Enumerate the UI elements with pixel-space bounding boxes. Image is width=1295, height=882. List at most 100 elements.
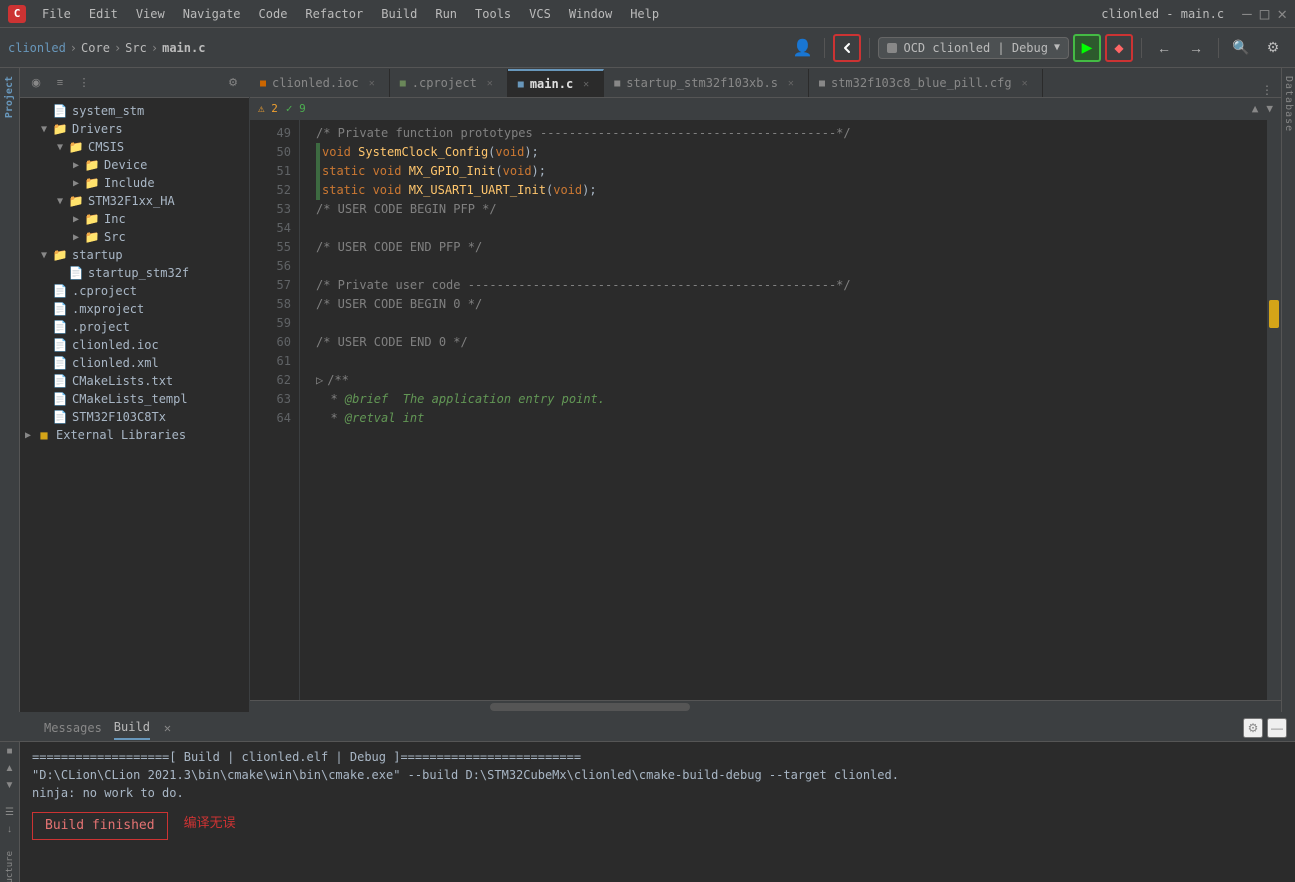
h-scrollbar-thumb[interactable] xyxy=(490,703,690,711)
tab-close-cproject[interactable]: ✕ xyxy=(483,76,497,90)
menu-navigate[interactable]: Navigate xyxy=(175,5,249,23)
folder-icon: 📁 xyxy=(68,140,84,154)
run-config-dropdown[interactable]: OCD clionled | Debug ▼ xyxy=(878,37,1069,59)
expand-arrow: ▼ xyxy=(36,250,52,261)
minimize-button[interactable]: — xyxy=(1242,4,1252,23)
folder-icon: 📁 xyxy=(52,122,68,136)
sidebar-locate-btn[interactable]: ◉ xyxy=(26,73,46,93)
tree-item-device[interactable]: ▶ 📁 Device xyxy=(20,156,249,174)
breadcrumb-src[interactable]: Src xyxy=(125,41,147,55)
tree-item-system-stm[interactable]: 📄 system_stm xyxy=(20,102,249,120)
file-s-icon: 📄 xyxy=(68,266,84,280)
back-button[interactable] xyxy=(833,34,861,62)
tab-close-ioc[interactable]: ✕ xyxy=(365,76,379,90)
tree-item-src[interactable]: ▶ 📁 Src xyxy=(20,228,249,246)
tree-item-mxproject[interactable]: 📄 .mxproject xyxy=(20,300,249,318)
tree-label: STM32F1xx_HA xyxy=(88,194,175,208)
tree-item-startup[interactable]: ▼ 📁 startup xyxy=(20,246,249,264)
menu-edit[interactable]: Edit xyxy=(81,5,126,23)
run-config-arrow: ▼ xyxy=(1054,42,1060,53)
menu-window[interactable]: Window xyxy=(561,5,620,23)
tree-item-startup-file[interactable]: 📄 startup_stm32f xyxy=(20,264,249,282)
breadcrumb-project[interactable]: clionled xyxy=(8,41,66,55)
scroll-up-btn[interactable]: ▲ xyxy=(2,763,18,774)
sidebar-collapse-btn[interactable]: ≡ xyxy=(50,73,70,93)
scroll-down-btn[interactable]: ▼ xyxy=(2,780,18,791)
breadcrumb-file[interactable]: main.c xyxy=(162,41,205,55)
sidebar-settings-btn[interactable]: ⚙ xyxy=(223,73,243,93)
tab-close-main[interactable]: ✕ xyxy=(579,77,593,91)
menu-refactor[interactable]: Refactor xyxy=(297,5,371,23)
search-button[interactable]: 🔍 xyxy=(1227,34,1255,62)
tab-cproject[interactable]: ■ .cproject ✕ xyxy=(390,69,508,97)
maximize-button[interactable]: □ xyxy=(1260,4,1270,23)
user-icon[interactable]: 👤 xyxy=(788,34,816,62)
list-btn[interactable]: ☰ xyxy=(2,807,18,818)
code-line-58: /* USER CODE BEGIN 0 */ xyxy=(316,295,1267,314)
tree-item-include[interactable]: ▶ 📁 Include xyxy=(20,174,249,192)
close-button[interactable]: ✕ xyxy=(1277,4,1287,23)
tree-item-clionled-ioc[interactable]: 📄 clionled.ioc xyxy=(20,336,249,354)
tree-item-cproject[interactable]: 📄 .cproject xyxy=(20,282,249,300)
menu-run[interactable]: Run xyxy=(427,5,465,23)
menu-view[interactable]: View xyxy=(128,5,173,23)
tree-item-cmakelists[interactable]: 📄 CMakeLists.txt xyxy=(20,372,249,390)
sidebar-expand-btn[interactable]: ⋮ xyxy=(74,73,94,93)
code-content[interactable]: /* Private function prototypes ---------… xyxy=(300,120,1267,700)
fold-button[interactable]: ▷ xyxy=(316,371,323,390)
editor-info-bar: ⚠ 2 ✓ 9 ▲ ▼ xyxy=(250,98,1281,120)
menu-build[interactable]: Build xyxy=(373,5,425,23)
close-bottom-tab[interactable]: ✕ xyxy=(164,721,171,735)
bottom-settings-btn[interactable]: ⚙ xyxy=(1243,718,1263,738)
breadcrumb: clionled › Core › Src › main.c xyxy=(8,41,205,55)
tab-close-cfg[interactable]: ✕ xyxy=(1018,76,1032,90)
horizontal-scrollbar[interactable] xyxy=(250,700,1281,712)
tree-item-project[interactable]: 📄 .project xyxy=(20,318,249,336)
database-label[interactable]: Database xyxy=(1283,68,1294,140)
scrollbar-thumb[interactable] xyxy=(1269,300,1279,328)
menu-file[interactable]: File xyxy=(34,5,79,23)
tab-close-startup[interactable]: ✕ xyxy=(784,76,798,90)
gutter-down-btn[interactable]: ▼ xyxy=(1266,102,1273,115)
tab-cfg[interactable]: ■ stm32f103c8_blue_pill.cfg ✕ xyxy=(809,69,1043,97)
toolbar-btn-2[interactable]: → xyxy=(1182,34,1210,62)
stop-btn[interactable]: ■ xyxy=(2,746,18,757)
menu-vcs[interactable]: VCS xyxy=(521,5,559,23)
toolbar-btn-1[interactable]: ← xyxy=(1150,34,1178,62)
menu-code[interactable]: Code xyxy=(251,5,296,23)
ioc-tab-icon: ■ xyxy=(260,78,266,89)
gutter-up-btn[interactable]: ▲ xyxy=(1252,102,1259,115)
breadcrumb-core[interactable]: Core xyxy=(81,41,110,55)
tab-main-c[interactable]: ■ main.c ✕ xyxy=(508,69,604,97)
tree-label: CMakeLists_templ xyxy=(72,392,188,406)
tab-clionled-ioc[interactable]: ■ clionled.ioc ✕ xyxy=(250,69,390,97)
tree-item-external-libs[interactable]: ▶ ■ External Libraries xyxy=(20,426,249,444)
bottom-tab-build[interactable]: Build xyxy=(114,716,150,740)
code-line-54 xyxy=(316,219,1267,238)
tree-item-cmsis[interactable]: ▼ 📁 CMSIS xyxy=(20,138,249,156)
menu-help[interactable]: Help xyxy=(622,5,667,23)
structure-label[interactable]: Structure xyxy=(5,851,15,882)
code-line-51: static void MX_GPIO_Init ( void ); xyxy=(316,162,1267,181)
download-btn[interactable]: ↓ xyxy=(2,824,18,835)
project-panel-icon[interactable]: Project xyxy=(4,72,15,122)
debug-button[interactable]: ◆ xyxy=(1105,34,1133,62)
tree-item-inc[interactable]: ▶ 📁 Inc xyxy=(20,210,249,228)
tree-item-stm32f1xx[interactable]: ▼ 📁 STM32F1xx_HA xyxy=(20,192,249,210)
ok-count: ✓ 9 xyxy=(286,102,306,115)
tab-overflow-btn[interactable]: ⋮ xyxy=(1253,83,1281,97)
menu-tools[interactable]: Tools xyxy=(467,5,519,23)
tree-item-drivers[interactable]: ▼ 📁 Drivers xyxy=(20,120,249,138)
tree-label: Src xyxy=(104,230,126,244)
bottom-tab-messages[interactable]: Messages xyxy=(44,717,102,739)
settings-button[interactable]: ⚙ xyxy=(1259,34,1287,62)
tree-label: External Libraries xyxy=(56,428,186,442)
vertical-scrollbar[interactable] xyxy=(1267,120,1281,700)
tree-item-stm32ld[interactable]: 📄 STM32F103C8Tx xyxy=(20,408,249,426)
file-icon: 📄 xyxy=(52,410,68,424)
run-button[interactable]: ▶ xyxy=(1073,34,1101,62)
tree-item-cmakelists-templ[interactable]: 📄 CMakeLists_templ xyxy=(20,390,249,408)
tab-startup-s[interactable]: ■ startup_stm32f103xb.s ✕ xyxy=(604,69,809,97)
bottom-minimize-btn[interactable]: — xyxy=(1267,718,1287,738)
tree-item-clionled-xml[interactable]: 📄 clionled.xml xyxy=(20,354,249,372)
